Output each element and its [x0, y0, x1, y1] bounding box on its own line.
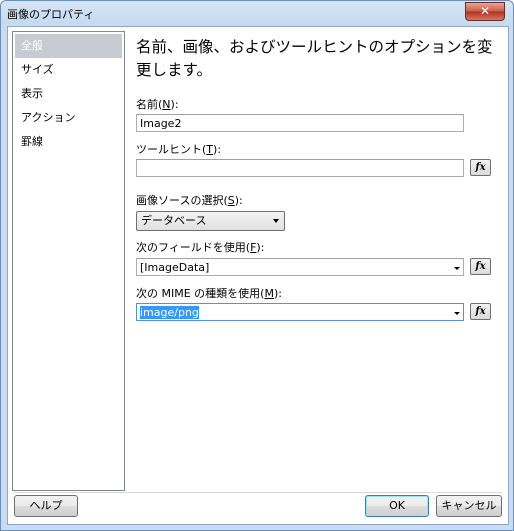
- properties-dialog: 画像のプロパティ ✕ 全般 サイズ 表示 アクション 罫線 名前、画像、およびツ…: [0, 0, 514, 531]
- name-label: 名前(N):: [136, 98, 179, 111]
- tooltip-expression-button[interactable]: fx: [470, 159, 491, 176]
- category-sidebar: 全般 サイズ 表示 アクション 罫線: [12, 31, 125, 491]
- sidebar-item-border[interactable]: 罫線: [13, 130, 124, 154]
- close-button[interactable]: ✕: [465, 2, 505, 21]
- chevron-down-icon[interactable]: [454, 267, 460, 270]
- chevron-down-icon: [273, 219, 279, 223]
- image-source-label: 画像ソースの選択(S):: [136, 194, 243, 207]
- title-bar[interactable]: 画像のプロパティ ✕: [1, 1, 513, 25]
- page-heading: 名前、画像、およびツールヒントのオプションを変更します。: [136, 38, 493, 79]
- mime-combo[interactable]: image/png: [136, 303, 464, 321]
- tooltip-label: ツールヒント(T):: [136, 143, 222, 156]
- chevron-down-icon[interactable]: [454, 312, 460, 315]
- sidebar-item-size[interactable]: サイズ: [13, 58, 124, 82]
- field-label: 次のフィールドを使用(F):: [136, 241, 265, 254]
- sidebar-item-general[interactable]: 全般: [15, 34, 122, 58]
- help-button[interactable]: ヘルプ: [14, 495, 78, 517]
- mime-expression-button[interactable]: fx: [470, 303, 491, 320]
- tooltip-field[interactable]: [136, 159, 464, 177]
- field-combo[interactable]: [ImageData]: [136, 258, 464, 276]
- field-value: [ImageData]: [140, 261, 210, 274]
- image-source-value: データベース: [141, 214, 207, 227]
- footer-divider: [14, 492, 502, 493]
- image-source-select[interactable]: データベース: [136, 211, 285, 231]
- field-expression-button[interactable]: fx: [470, 258, 491, 275]
- cancel-button[interactable]: キャンセル: [436, 495, 502, 517]
- name-field[interactable]: Image2: [136, 114, 464, 132]
- mime-value: image/png: [140, 306, 199, 319]
- mime-label: 次の MIME の種類を使用(M):: [136, 287, 282, 300]
- sidebar-item-visibility[interactable]: 表示: [13, 82, 124, 106]
- window-title: 画像のプロパティ: [7, 8, 95, 21]
- ok-button[interactable]: OK: [365, 495, 429, 517]
- general-page: 名前、画像、およびツールヒントのオプションを変更します。 名前(N): Imag…: [136, 31, 504, 489]
- dialog-client-area: 全般 サイズ 表示 アクション 罫線 名前、画像、およびツールヒントのオプション…: [7, 26, 509, 525]
- sidebar-item-action[interactable]: アクション: [13, 106, 124, 130]
